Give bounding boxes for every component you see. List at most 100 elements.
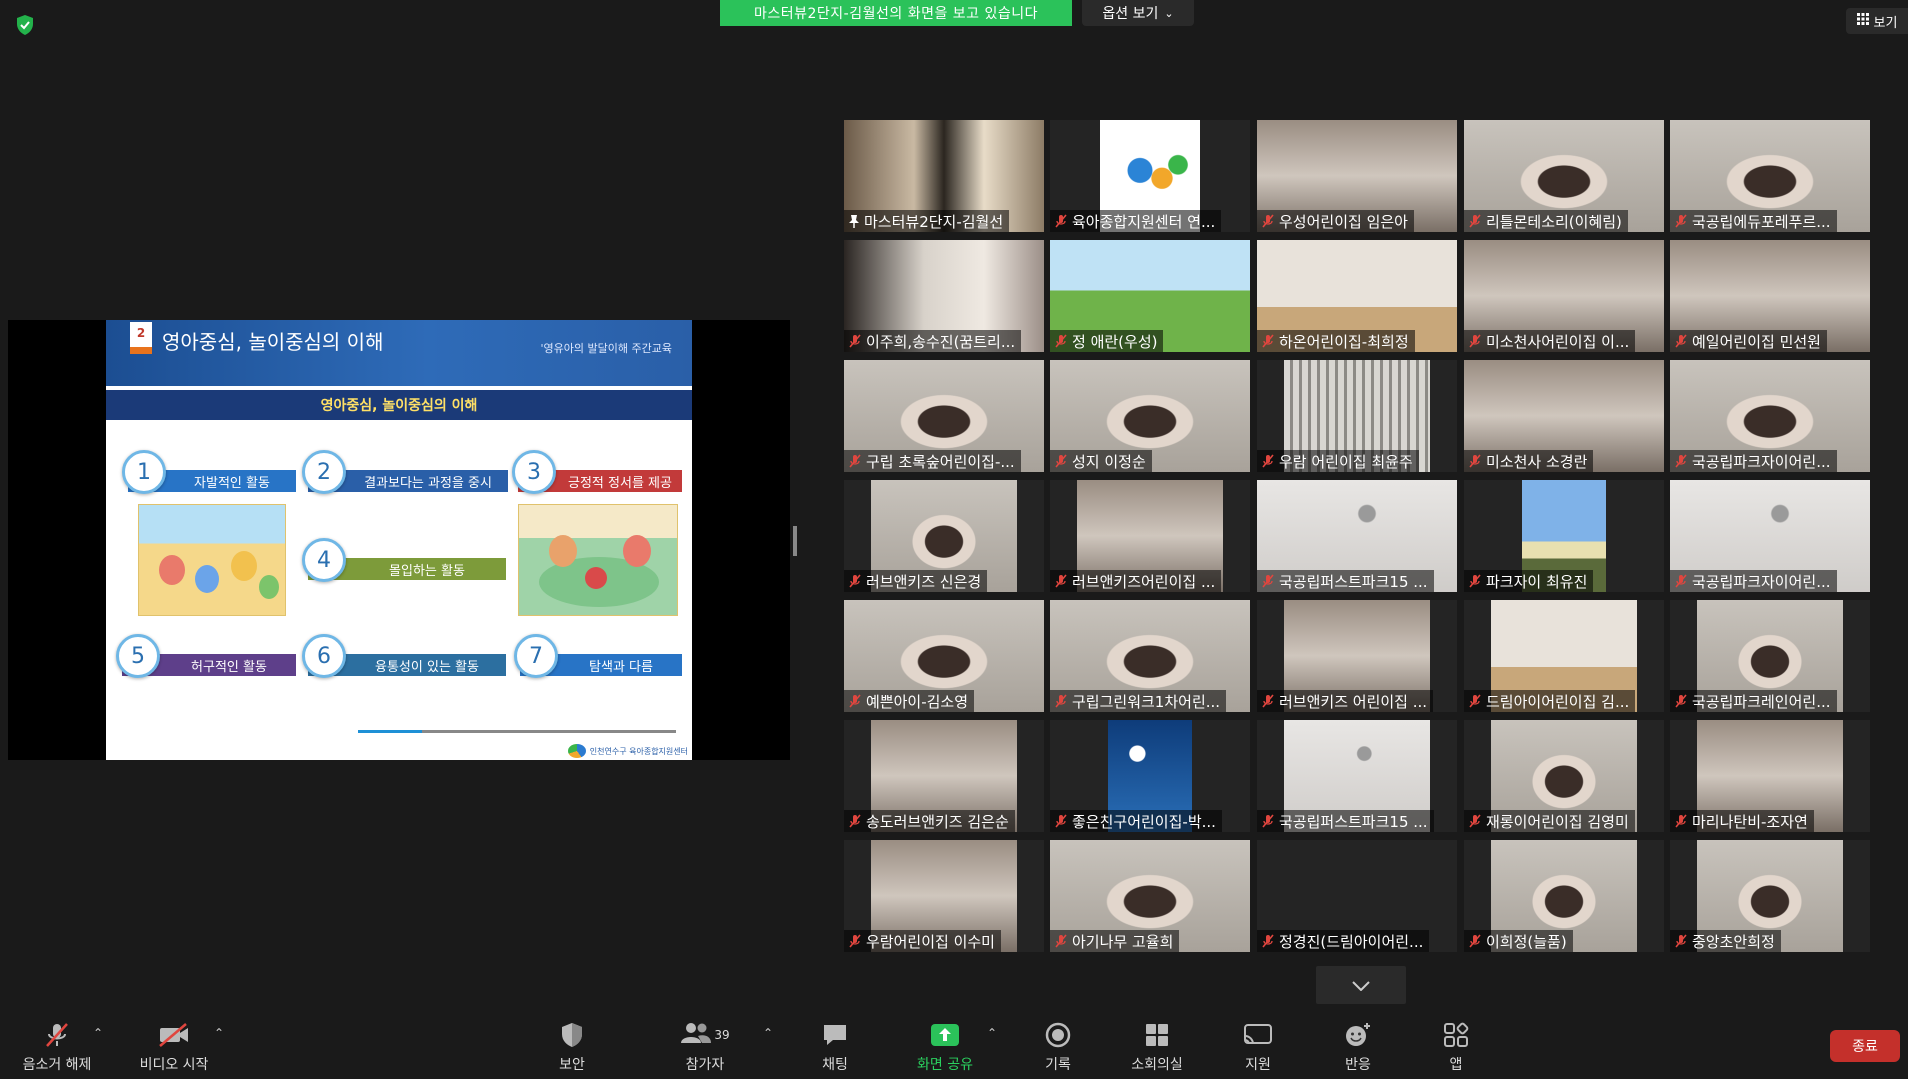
participant-name-tag: 예쁜아이-김소영	[844, 690, 975, 712]
participant-name: 미소천사 소경란	[1486, 452, 1588, 471]
slide-item-6: 6 융통성이 있는 활동	[302, 634, 506, 678]
participant-tile[interactable]: 구립 초록숲어린이집-...	[844, 360, 1044, 472]
participant-tile[interactable]: 마스터뷰2단지-김월선	[844, 120, 1044, 232]
reactions-button[interactable]: 반응	[1336, 1020, 1380, 1076]
microphone-muted-icon	[849, 454, 861, 468]
support-button[interactable]: 지원	[1236, 1020, 1280, 1076]
participant-tile[interactable]: 정 애란(우성)	[1050, 240, 1250, 352]
participant-tile[interactable]: 하온어린이집-최희정	[1257, 240, 1457, 352]
participant-name-tag: 러브앤키즈 어린이집 ...	[1257, 690, 1434, 712]
participant-tile[interactable]: 국공립퍼스트파크15 ...	[1257, 720, 1457, 832]
participants-label: 참가자	[685, 1057, 725, 1073]
participant-tile[interactable]: 국공립파크레인어린...	[1670, 600, 1870, 712]
participant-name-tag: 좋은친구어린이집-박...	[1050, 810, 1222, 832]
participant-name: 하온어린이집-최희정	[1279, 332, 1409, 351]
share-options-caret[interactable]: ⌃	[986, 1020, 998, 1076]
participant-name: 마스터뷰2단지-김월선	[864, 212, 1004, 231]
participant-tile[interactable]: 육아종합지원센터 연...	[1050, 120, 1250, 232]
microphone-muted-icon	[1469, 934, 1481, 948]
participant-tile[interactable]: 러브앤키즈어린이집 ...	[1050, 480, 1250, 592]
participant-tile[interactable]: 우람어린이집 이수미	[844, 840, 1044, 952]
encryption-shield-icon[interactable]	[14, 14, 36, 36]
participant-name: 러브앤키즈 어린이집 ...	[1279, 692, 1428, 711]
unmute-button[interactable]: 음소거 해제	[14, 1020, 100, 1076]
screen-share-banner: 마스터뷰2단지-김월선의 화면을 보고 있습니다	[720, 0, 1072, 26]
share-screen-button[interactable]: 화면 공유	[906, 1020, 984, 1076]
shared-screen[interactable]: 2 영아중심, 놀이중심의 이해 '영유아의 발달이해 주간교육 영아중심, 놀…	[8, 320, 790, 760]
end-meeting-button[interactable]: 종료	[1830, 1030, 1900, 1062]
next-page-button[interactable]	[1316, 966, 1406, 1004]
item-number-7: 7	[514, 634, 558, 678]
participants-options-caret[interactable]: ⌃	[762, 1020, 774, 1076]
participant-tile[interactable]: 마리나탄비-조자연	[1670, 720, 1870, 832]
view-options-button[interactable]: 옵션 보기 ⌄	[1082, 0, 1194, 26]
participant-tile[interactable]: 미소천사어린이집 이...	[1464, 240, 1664, 352]
participant-gallery: 마스터뷰2단지-김월선 육아종합지원센터 연... 우성어린이집 임은아 리틀몬테소리…	[844, 120, 1880, 956]
view-mode-button[interactable]: 보기	[1846, 8, 1908, 34]
participant-tile[interactable]: 국공립퍼스트파크15 ...	[1257, 480, 1457, 592]
participant-tile[interactable]: 우성어린이집 임은아	[1257, 120, 1457, 232]
apps-label: 앱	[1449, 1057, 1463, 1073]
participant-name-tag: 이주희,송수진(꿈트리...	[844, 330, 1022, 352]
microphone-muted-icon	[1055, 334, 1067, 348]
participant-name: 구립그린워크1차어린...	[1072, 692, 1221, 711]
participant-tile[interactable]: 국공립에듀포레푸르...	[1670, 120, 1870, 232]
slide-item-2: 2 결과보다는 과정을 중시	[302, 450, 508, 494]
chevron-down-icon: ⌄	[1164, 6, 1174, 20]
presentation-slide: 2 영아중심, 놀이중심의 이해 '영유아의 발달이해 주간교육 영아중심, 놀…	[106, 320, 692, 760]
chevron-down-icon	[1352, 976, 1370, 995]
participant-name-tag: 정경진(드림아이어린...	[1257, 930, 1430, 952]
participant-tile[interactable]: 예일어린이집 민선원	[1670, 240, 1870, 352]
participant-tile[interactable]: 중앙초안희정	[1670, 840, 1870, 952]
participant-tile[interactable]: 국공립파크자이어린...	[1670, 360, 1870, 472]
shield-icon	[559, 1020, 585, 1050]
participant-tile[interactable]: 이주희,송수진(꿈트리...	[844, 240, 1044, 352]
microphone-muted-icon	[1262, 574, 1274, 588]
participant-tile[interactable]: 러브앤키즈 어린이집 ...	[1257, 600, 1457, 712]
microphone-muted-icon	[1262, 334, 1274, 348]
reactions-label: 반응	[1345, 1057, 1371, 1073]
microphone-muted-icon	[1262, 214, 1274, 228]
participant-name-tag: 송도러브앤키즈 김은순	[844, 810, 1015, 832]
participant-tile[interactable]: 미소천사 소경란	[1464, 360, 1664, 472]
participant-name-tag: 국공립파크자이어린...	[1670, 450, 1837, 472]
participant-tile[interactable]: 좋은친구어린이집-박...	[1050, 720, 1250, 832]
participant-tile[interactable]: 우람 어린이집 최윤주	[1257, 360, 1457, 472]
participant-name: 중앙초안희정	[1692, 932, 1775, 951]
participant-tile[interactable]: 송도러브앤키즈 김은순	[844, 720, 1044, 832]
video-options-caret[interactable]: ⌃	[213, 1020, 225, 1076]
start-video-button[interactable]: 비디오 시작	[130, 1020, 218, 1076]
item-number-6: 6	[302, 634, 346, 678]
breakout-rooms-button[interactable]: 소회의실	[1124, 1020, 1190, 1076]
security-button[interactable]: 보안	[548, 1020, 596, 1076]
participant-name: 마리나탄비-조자연	[1692, 812, 1808, 831]
participant-name-tag: 마스터뷰2단지-김월선	[844, 210, 1010, 232]
participant-tile[interactable]: 이희정(늘품)	[1464, 840, 1664, 952]
participant-tile[interactable]: 성지 이정순	[1050, 360, 1250, 472]
participant-name-tag: 국공립에듀포레푸르...	[1670, 210, 1837, 232]
participant-tile[interactable]: 정경진(드림아이어린...	[1257, 840, 1457, 952]
participants-button[interactable]: 39 참가자	[670, 1020, 740, 1076]
participant-tile[interactable]: 국공립파크자이어린...	[1670, 480, 1870, 592]
breakout-rooms-icon	[1143, 1020, 1171, 1050]
participant-name: 우성어린이집 임은아	[1279, 212, 1408, 231]
apps-button[interactable]: 앱	[1436, 1020, 1476, 1076]
audio-options-caret[interactable]: ⌃	[92, 1020, 104, 1076]
participant-tile[interactable]: 구립그린워크1차어린...	[1050, 600, 1250, 712]
chat-button[interactable]: 채팅	[812, 1020, 858, 1076]
participant-tile[interactable]: 러브앤키즈 신은경	[844, 480, 1044, 592]
participant-tile[interactable]: 예쁜아이-김소영	[844, 600, 1044, 712]
split-view-resize-handle[interactable]	[793, 526, 797, 556]
participant-tile[interactable]: 리틀몬테소리(이혜림)	[1464, 120, 1664, 232]
microphone-muted-icon	[1675, 574, 1687, 588]
participant-tile[interactable]: 드림아이어린이집 김...	[1464, 600, 1664, 712]
participant-tile[interactable]: 재롱이어린이집 김영미	[1464, 720, 1664, 832]
participant-tile[interactable]: 아기나무 고율희	[1050, 840, 1250, 952]
participant-name-tag: 드림아이어린이집 김...	[1464, 690, 1636, 712]
participant-tile[interactable]: 파크자이 최유진	[1464, 480, 1664, 592]
slide-item-1: 1 자발적인 활동	[122, 450, 296, 494]
record-button[interactable]: 기록	[1036, 1020, 1080, 1076]
participant-name-tag: 예일어린이집 민선원	[1670, 330, 1827, 352]
participants-count-badge: 39	[714, 1028, 730, 1042]
caret-up-icon: ⌃	[986, 1026, 998, 1040]
